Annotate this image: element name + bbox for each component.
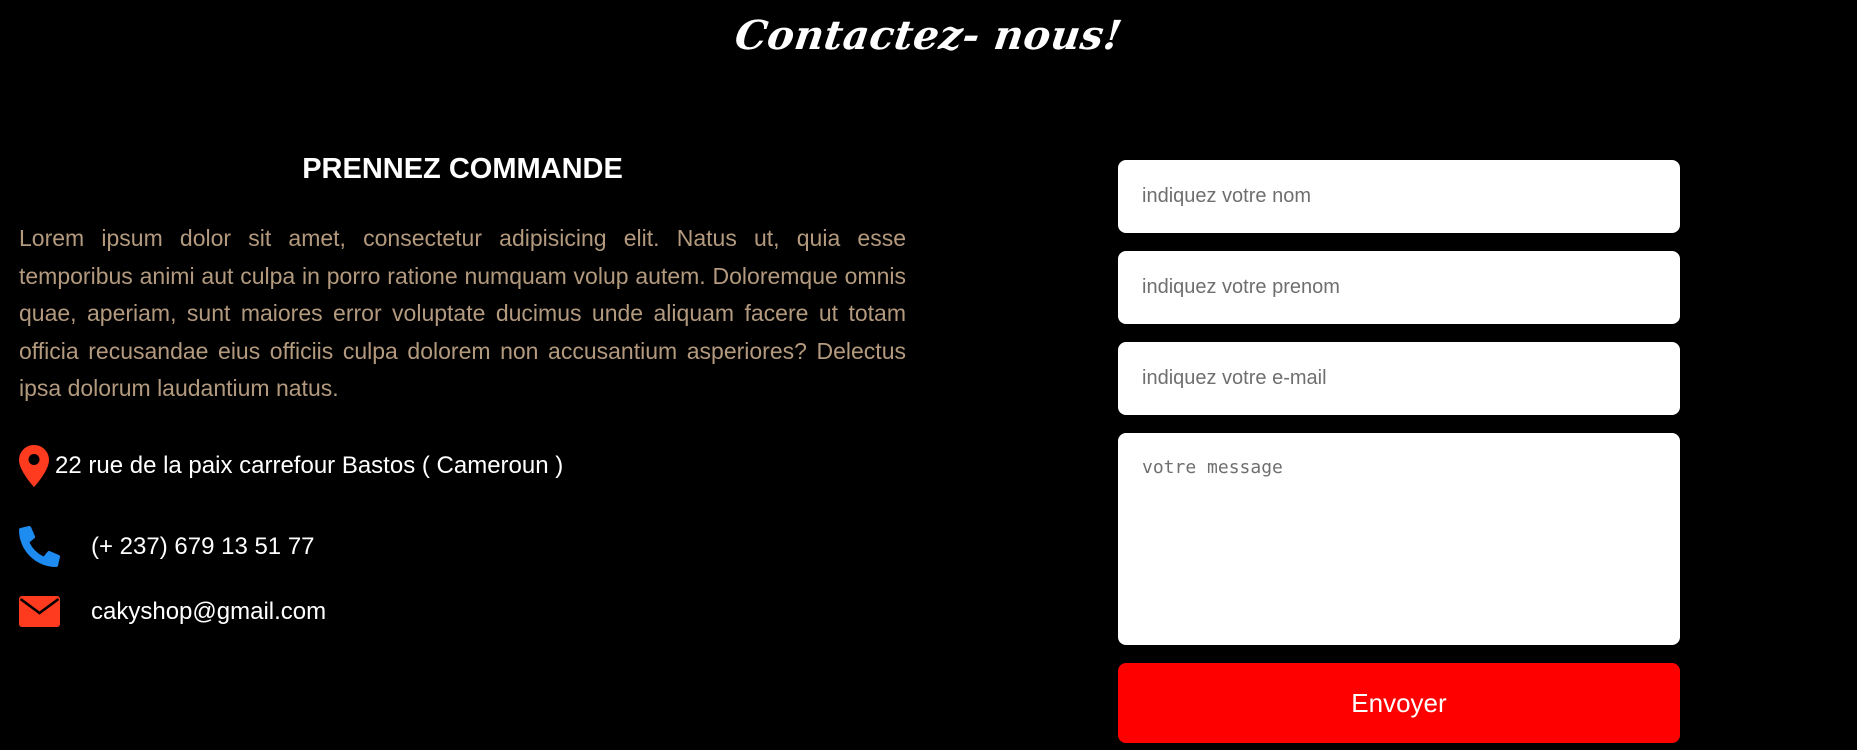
phone-text: (+ 237) 679 13 51 77 xyxy=(91,532,315,560)
contact-info: PRENNEZ COMMANDE Lorem ipsum dolor sit a… xyxy=(19,148,906,408)
phone-line: (+ 237) 679 13 51 77 xyxy=(19,526,315,567)
contact-section: Contactez- nous! PRENNEZ COMMANDE Lorem … xyxy=(0,0,1857,750)
map-marker-icon xyxy=(19,445,49,487)
contact-form: Envoyer xyxy=(1118,160,1680,743)
email-line: cakyshop@gmail.com xyxy=(19,596,326,627)
address-text: 22 rue de la paix carrefour Bastos ( Cam… xyxy=(55,452,564,479)
email-input[interactable] xyxy=(1118,342,1680,415)
info-heading: PRENNEZ COMMANDE xyxy=(302,153,623,185)
phone-icon xyxy=(19,526,60,567)
message-textarea[interactable] xyxy=(1118,433,1680,645)
envelope-icon xyxy=(19,596,60,627)
name-input[interactable] xyxy=(1118,160,1680,233)
info-description: Lorem ipsum dolor sit amet, consectetur … xyxy=(19,225,906,401)
page-title: Contactez- nous! xyxy=(732,12,1126,59)
address-line: 22 rue de la paix carrefour Bastos ( Cam… xyxy=(19,445,563,487)
email-text: cakyshop@gmail.com xyxy=(91,597,327,625)
submit-button[interactable]: Envoyer xyxy=(1118,663,1680,743)
firstname-input[interactable] xyxy=(1118,251,1680,324)
